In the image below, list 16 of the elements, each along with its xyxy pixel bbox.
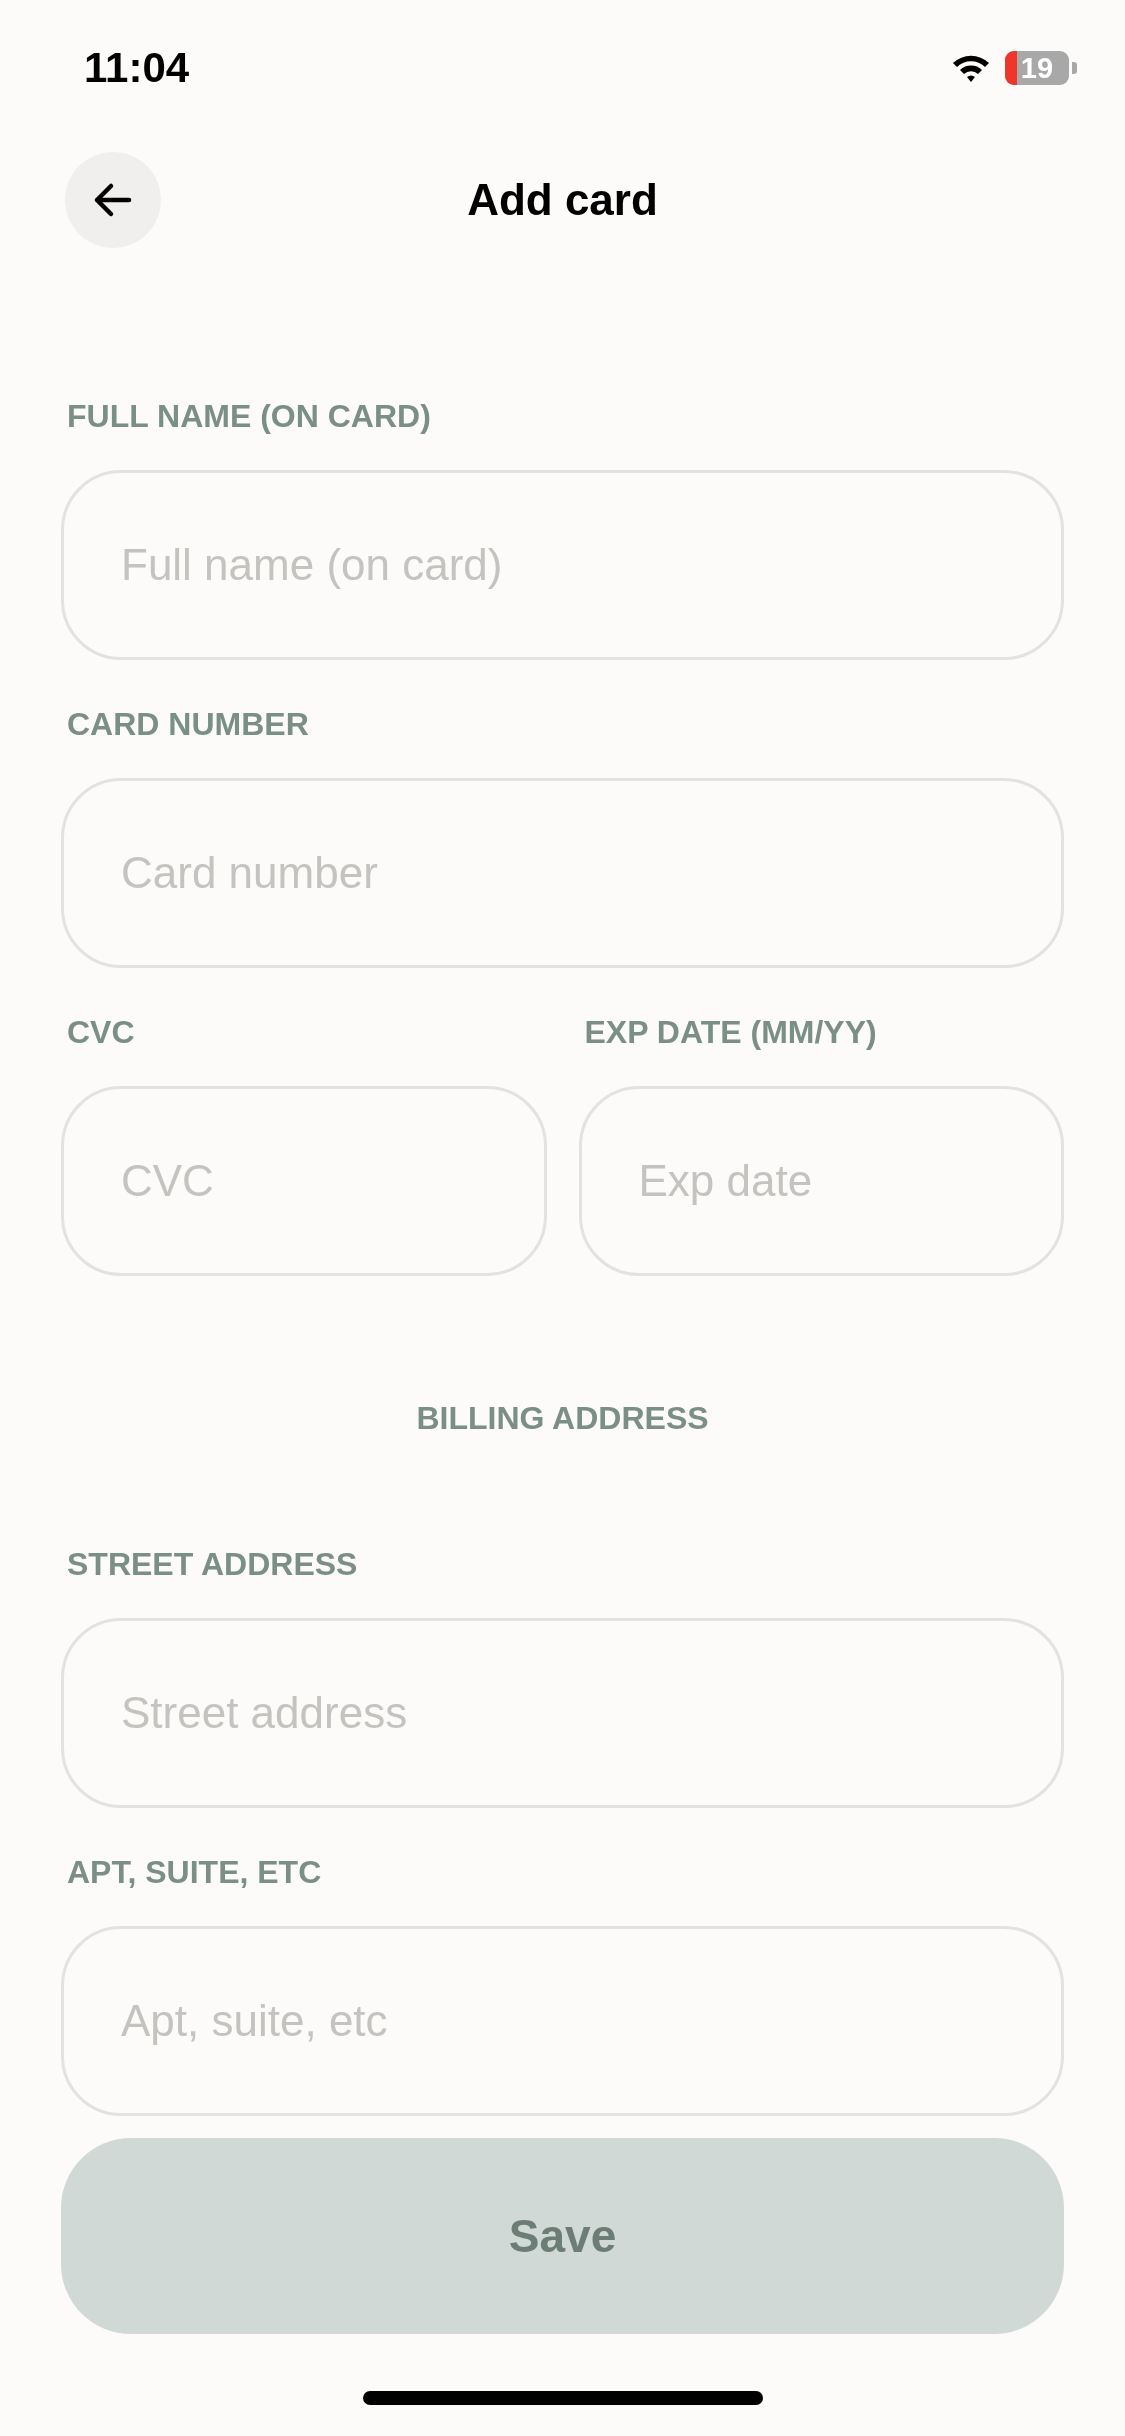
field-label: STREET ADDRESS	[67, 1545, 358, 1584]
input-field[interactable]: Apt, suite, etc	[61, 1926, 1064, 2116]
page-title: Add card	[467, 175, 658, 225]
field-label: CARD NUMBER	[67, 705, 309, 744]
input-field[interactable]: Street address	[61, 1618, 1064, 1808]
field-label: CVC	[67, 1013, 135, 1052]
input-field[interactable]: CVC	[61, 1086, 547, 1276]
input-field[interactable]: Card number	[61, 778, 1064, 968]
field-label: FULL NAME (ON CARD)	[67, 397, 431, 436]
input-field[interactable]: Full name (on card)	[61, 470, 1064, 660]
status-time: 11:04	[84, 44, 190, 92]
field-label: APT, SUITE, ETC	[67, 1853, 322, 1892]
input-field[interactable]: Exp date	[578, 1086, 1064, 1276]
section-heading: BILLING ADDRESS	[416, 1399, 709, 1438]
wifi-icon	[951, 53, 991, 83]
field-label: EXP DATE (MM/YY)	[584, 1013, 877, 1052]
